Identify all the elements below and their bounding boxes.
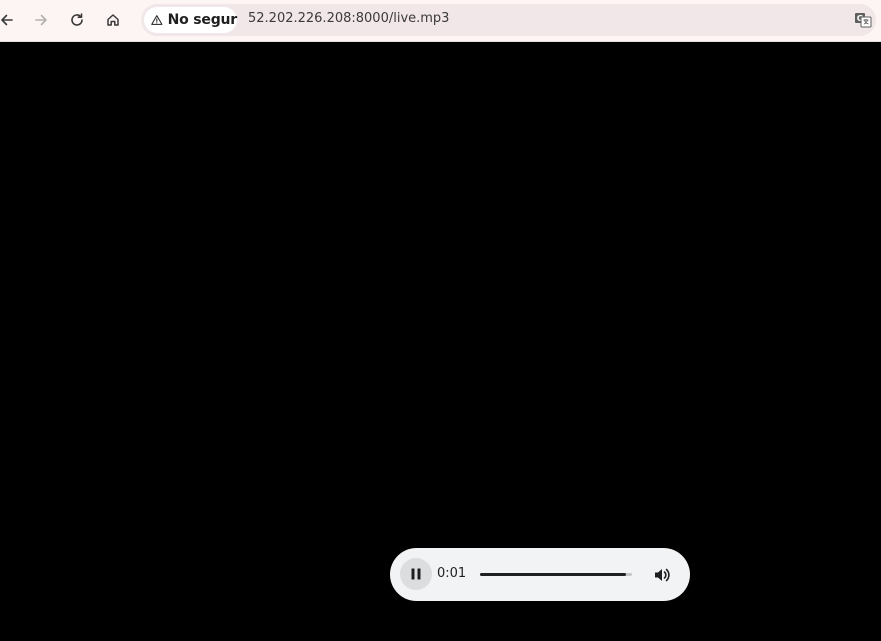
browser-toolbar: No segur 52.202.226.208:8000/live.mp3 G xyxy=(0,0,881,42)
home-icon xyxy=(107,14,119,26)
forward-button[interactable] xyxy=(28,7,54,33)
progress-fill xyxy=(480,573,626,576)
back-button[interactable] xyxy=(0,7,20,33)
pause-button[interactable] xyxy=(400,558,432,590)
current-time: 0:01 xyxy=(437,566,467,581)
warning-icon xyxy=(151,15,163,25)
security-label: No segur xyxy=(167,12,238,28)
address-bar[interactable]: No segur 52.202.226.208:8000/live.mp3 G xyxy=(141,4,876,36)
volume-icon[interactable] xyxy=(652,565,672,585)
back-icon xyxy=(1,14,13,26)
progress-slider[interactable] xyxy=(480,573,632,576)
reload-icon xyxy=(71,13,83,26)
pause-icon xyxy=(411,568,421,580)
reload-button[interactable] xyxy=(64,7,90,33)
forward-icon xyxy=(35,14,47,26)
security-chip[interactable]: No segur xyxy=(144,7,237,33)
audio-player: 0:01 xyxy=(390,548,690,601)
url-text[interactable]: 52.202.226.208:8000/live.mp3 xyxy=(248,11,449,26)
home-button[interactable] xyxy=(100,7,126,33)
translate-icon[interactable]: G xyxy=(854,11,872,29)
